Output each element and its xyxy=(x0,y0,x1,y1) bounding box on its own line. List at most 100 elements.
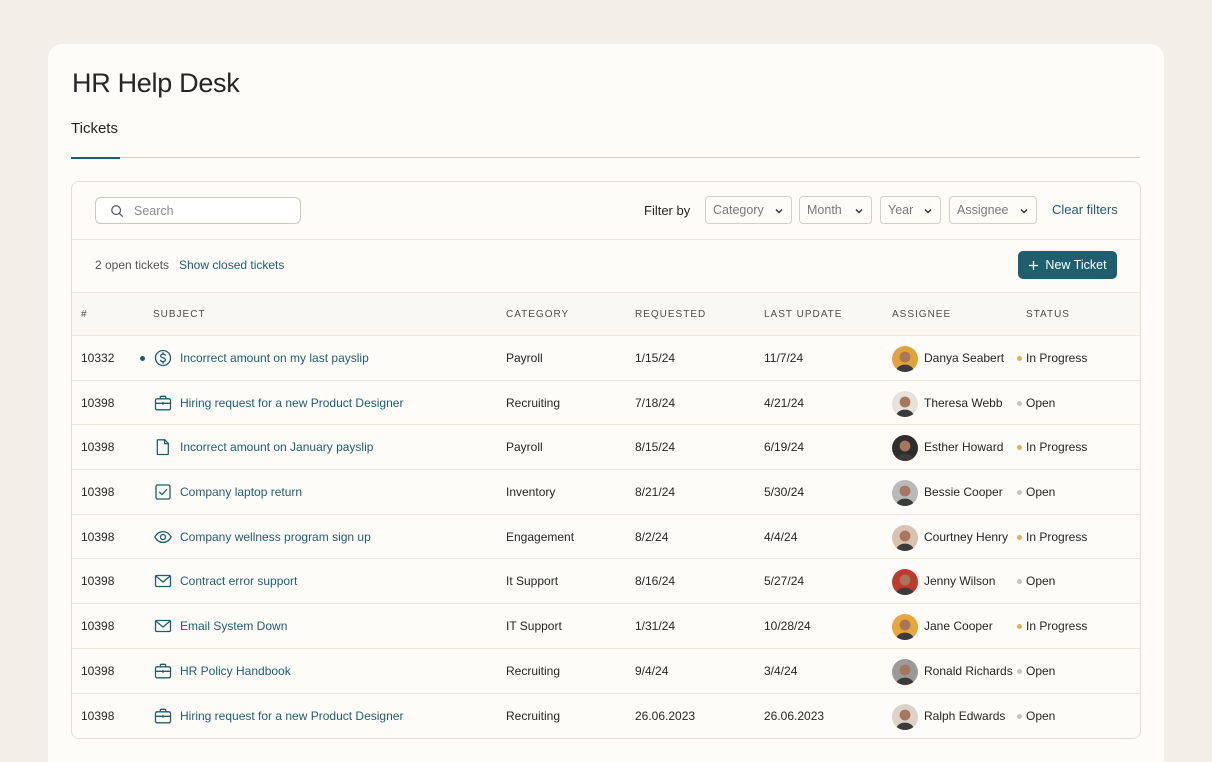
column-header-category[interactable]: Category xyxy=(506,309,569,320)
checkbox-icon xyxy=(155,484,171,500)
ticket-subject-link[interactable]: HR Policy Handbook xyxy=(180,664,291,678)
avatar xyxy=(892,658,918,685)
ticket-requested-date: 8/16/24 xyxy=(635,574,676,589)
table-row[interactable]: 10398 Company laptop return Inventory 8/21/… xyxy=(72,470,1140,515)
column-header-status[interactable]: Status xyxy=(1026,309,1070,320)
mail-icon xyxy=(154,619,172,633)
ticket-category: Engagement xyxy=(506,529,575,544)
ticket-category: Payroll xyxy=(506,440,543,455)
ticket-id: 10398 xyxy=(81,529,115,544)
ticket-category: Inventory xyxy=(506,485,556,500)
ticket-subject-link[interactable]: Hiring request for a new Product Designe… xyxy=(180,709,403,723)
toolbar: Filter by Category Month Year Assignee C… xyxy=(72,182,1140,240)
ticket-id: 10398 xyxy=(81,440,115,455)
ticket-last-update: 3/4/24 xyxy=(764,663,798,678)
column-header-assignee[interactable]: Assignee xyxy=(892,309,951,320)
ticket-id: 10398 xyxy=(81,619,115,634)
column-header-id[interactable]: # xyxy=(81,309,88,320)
ticket-requested-date: 7/18/24 xyxy=(635,395,676,410)
ticket-assignee: Bessie Cooper xyxy=(924,485,1003,500)
briefcase-icon xyxy=(154,663,172,679)
table-row[interactable]: 10398 Contract error support It Support 8/1… xyxy=(72,559,1140,605)
mail-icon xyxy=(154,575,172,588)
status-badge: Open xyxy=(1026,663,1056,678)
app-window: HR Help Desk Tickets Filter by Category … xyxy=(48,44,1164,762)
ticket-id: 10398 xyxy=(81,395,115,410)
avatar xyxy=(892,480,918,507)
assignee-filter-value: Assignee xyxy=(957,203,1009,217)
ticket-requested-date: 1/31/24 xyxy=(635,619,676,634)
status-badge: In Progress xyxy=(1026,529,1088,544)
year-filter-value: Year xyxy=(888,203,914,217)
ticket-last-update: 26.06.2023 xyxy=(764,708,825,723)
ticket-subject-link[interactable]: Incorrect amount on my last payslip xyxy=(180,351,369,365)
table-header: # Subject Category Requested Last Update… xyxy=(72,293,1140,336)
eye-icon xyxy=(154,530,172,543)
page-title: HR Help Desk xyxy=(72,68,240,98)
briefcase-icon xyxy=(154,395,172,411)
status-dot xyxy=(1017,445,1022,451)
status-badge: Open xyxy=(1026,708,1056,723)
status-dot xyxy=(1017,356,1022,361)
category-filter[interactable]: Category xyxy=(705,196,792,224)
ticket-id: 10332 xyxy=(81,351,115,365)
new-ticket-button[interactable]: New Ticket xyxy=(1018,251,1117,279)
table-row[interactable]: 10398 Email System Down IT Support 1/31/24 1… xyxy=(72,604,1140,649)
ticket-last-update: 4/21/24 xyxy=(764,395,805,410)
ticket-subject-link[interactable]: Email System Down xyxy=(180,619,287,633)
ticket-list: 10332 Incorrect amount on my last payslip… xyxy=(72,336,1140,738)
ticket-subject-link[interactable]: Incorrect amount on January payslip xyxy=(180,440,373,454)
ticket-subject-link[interactable]: Company wellness program sign up xyxy=(180,530,371,544)
search-icon xyxy=(111,204,124,217)
table-row[interactable]: 10398 Hiring request for a new Product De… xyxy=(72,694,1140,739)
ticket-requested-date: 26.06.2023 xyxy=(635,708,696,723)
ticket-category: Recruiting xyxy=(506,663,561,678)
open-ticket-count: 2 open tickets xyxy=(95,258,170,272)
chevron-down-icon xyxy=(855,209,863,214)
assignee-filter[interactable]: Assignee xyxy=(949,196,1037,224)
year-filter[interactable]: Year xyxy=(880,196,941,224)
ticket-id: 10398 xyxy=(81,485,115,500)
status-dot xyxy=(1017,668,1022,674)
column-header-last-update[interactable]: Last Update xyxy=(764,309,842,320)
new-ticket-label: New Ticket xyxy=(1045,258,1107,272)
status-dot xyxy=(1017,713,1022,719)
table-row[interactable]: 10398 Incorrect amount on January payslip… xyxy=(72,425,1140,471)
tab-tickets[interactable]: Tickets xyxy=(71,120,120,159)
ticket-requested-date: 1/15/24 xyxy=(635,351,676,365)
table-row[interactable]: 10398 HR Policy Handbook Recruiting 9/4/24 3… xyxy=(72,649,1140,694)
month-filter[interactable]: Month xyxy=(799,196,872,224)
avatar xyxy=(892,390,918,417)
briefcase-icon xyxy=(154,708,172,723)
ticket-last-update: 5/27/24 xyxy=(764,574,805,589)
ticket-category: It Support xyxy=(506,574,559,589)
avatar xyxy=(892,346,918,372)
show-closed-tickets-link[interactable]: Show closed tickets xyxy=(179,258,284,272)
ticket-subject-link[interactable]: Contract error support xyxy=(180,574,297,588)
ticket-requested-date: 8/2/24 xyxy=(635,529,669,544)
clear-filters-link[interactable]: Clear filters xyxy=(1052,202,1118,217)
ticket-last-update: 11/7/24 xyxy=(764,351,804,365)
ticket-subject-link[interactable]: Company laptop return xyxy=(180,485,302,499)
search-input[interactable] xyxy=(134,203,284,218)
ticket-assignee: Jenny Wilson xyxy=(924,574,996,589)
tickets-card: Filter by Category Month Year Assignee C… xyxy=(71,181,1141,739)
search-box[interactable] xyxy=(95,197,301,224)
ticket-assignee: Courtney Henry xyxy=(924,529,1009,544)
status-dot xyxy=(1017,490,1022,496)
ticket-requested-date: 9/4/24 xyxy=(635,663,669,678)
status-dot xyxy=(1017,624,1022,630)
document-icon xyxy=(156,439,169,456)
category-filter-value: Category xyxy=(713,203,764,217)
ticket-last-update: 6/19/24 xyxy=(764,440,805,455)
ticket-last-update: 10/28/24 xyxy=(764,619,811,634)
month-filter-value: Month xyxy=(807,203,842,217)
status-badge: In Progress xyxy=(1026,619,1088,634)
column-header-requested[interactable]: Requested xyxy=(635,309,706,320)
table-row[interactable]: 10398 Hiring request for a new Product De… xyxy=(72,381,1140,426)
table-row[interactable]: 10332 Incorrect amount on my last payslip… xyxy=(72,336,1140,381)
table-row[interactable]: 10398 Company wellness program sign up Eng… xyxy=(72,515,1140,560)
ticket-subject-link[interactable]: Hiring request for a new Product Designe… xyxy=(180,396,403,410)
column-header-subject[interactable]: Subject xyxy=(153,309,206,320)
chevron-down-icon xyxy=(775,209,783,214)
